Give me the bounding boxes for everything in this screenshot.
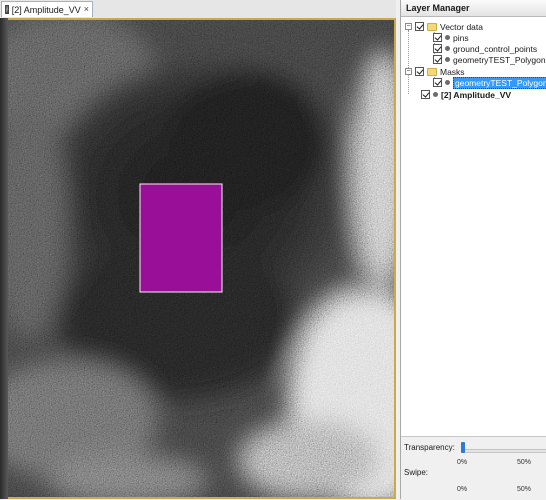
tree-node-mask-geometry-polygon[interactable]: geometryTEST_Polygon xyxy=(433,76,546,89)
swipe-tick-min: 0% xyxy=(457,486,468,493)
layer-visibility-checkbox[interactable] xyxy=(421,90,430,99)
layer-manager-title: Layer Manager xyxy=(401,0,546,17)
tree-node-vector-data[interactable]: − Vector data xyxy=(405,21,483,32)
transparency-slider-track[interactable] xyxy=(461,449,546,453)
polygon-mask-overlay[interactable] xyxy=(139,183,223,293)
tree-node-ground-control-points[interactable]: ground_control_points xyxy=(433,43,537,54)
layer-visibility-checkbox[interactable] xyxy=(433,55,442,64)
tree-node-pins[interactable]: pins xyxy=(433,32,469,43)
transparency-tick-mid: 50% xyxy=(517,459,532,466)
mask-layer-icon xyxy=(445,80,450,85)
tree-node-label: pins xyxy=(453,32,469,43)
tree-node-amplitude-vv[interactable]: [2] Amplitude_VV xyxy=(421,89,511,100)
tree-node-masks[interactable]: − Masks xyxy=(405,66,465,77)
layer-manager-panel: Layer Manager − Vector data pins ground_… xyxy=(400,0,546,500)
collapse-icon[interactable]: − xyxy=(405,23,412,30)
swipe-label: Swipe: xyxy=(404,468,429,477)
close-icon[interactable]: × xyxy=(84,5,89,14)
layer-visibility-checkbox[interactable] xyxy=(433,44,442,53)
tree-node-label: ground_control_points xyxy=(453,43,538,54)
folder-icon xyxy=(427,22,437,31)
layer-tree: − Vector data pins ground_control_points… xyxy=(401,18,546,436)
collapse-icon[interactable]: − xyxy=(405,68,412,75)
tree-node-label: Vector data xyxy=(440,21,484,32)
tree-node-label-selected: geometryTEST_Polygon xyxy=(453,76,546,89)
layer-visibility-checkbox[interactable] xyxy=(415,22,424,31)
layer-visibility-checkbox[interactable] xyxy=(433,33,442,42)
sar-amplitude-image[interactable] xyxy=(8,20,394,497)
tree-node-label: geometryTEST_Polygon xyxy=(453,54,546,65)
document-tab-label: [2] Amplitude_VV xyxy=(11,4,81,15)
image-layer-icon xyxy=(5,5,9,14)
view-left-edge xyxy=(0,18,8,499)
transparency-slider-thumb[interactable] xyxy=(461,442,465,453)
tree-guide-line xyxy=(408,30,409,94)
transparency-tick-min: 0% xyxy=(457,459,468,466)
tree-node-label: [2] Amplitude_VV xyxy=(441,89,512,100)
image-view-pane: [2] Amplitude_VV × xyxy=(0,0,396,499)
document-tab-amplitude-vv[interactable]: [2] Amplitude_VV × xyxy=(1,1,93,17)
vector-layer-icon xyxy=(445,35,450,40)
layer-visibility-checkbox[interactable] xyxy=(433,78,442,87)
vector-layer-icon xyxy=(445,46,450,51)
folder-icon xyxy=(427,67,437,76)
image-view-frame xyxy=(0,18,396,499)
tree-node-geometry-polygon[interactable]: geometryTEST_Polygon xyxy=(433,54,546,65)
transparency-label: Transparency: xyxy=(404,443,455,452)
vector-layer-icon xyxy=(445,57,450,62)
layer-visibility-checkbox[interactable] xyxy=(415,67,424,76)
swipe-tick-mid: 50% xyxy=(517,486,532,493)
snap-application-window: [2] Amplitude_VV × Layer Manager − Vecto… xyxy=(0,0,546,500)
raster-layer-icon xyxy=(433,92,438,97)
document-tab-strip: [2] Amplitude_VV × xyxy=(0,0,396,19)
layer-controls: Transparency: 0% 50% Swipe: 0% 50% xyxy=(401,436,546,500)
tree-node-label: Masks xyxy=(440,66,465,77)
